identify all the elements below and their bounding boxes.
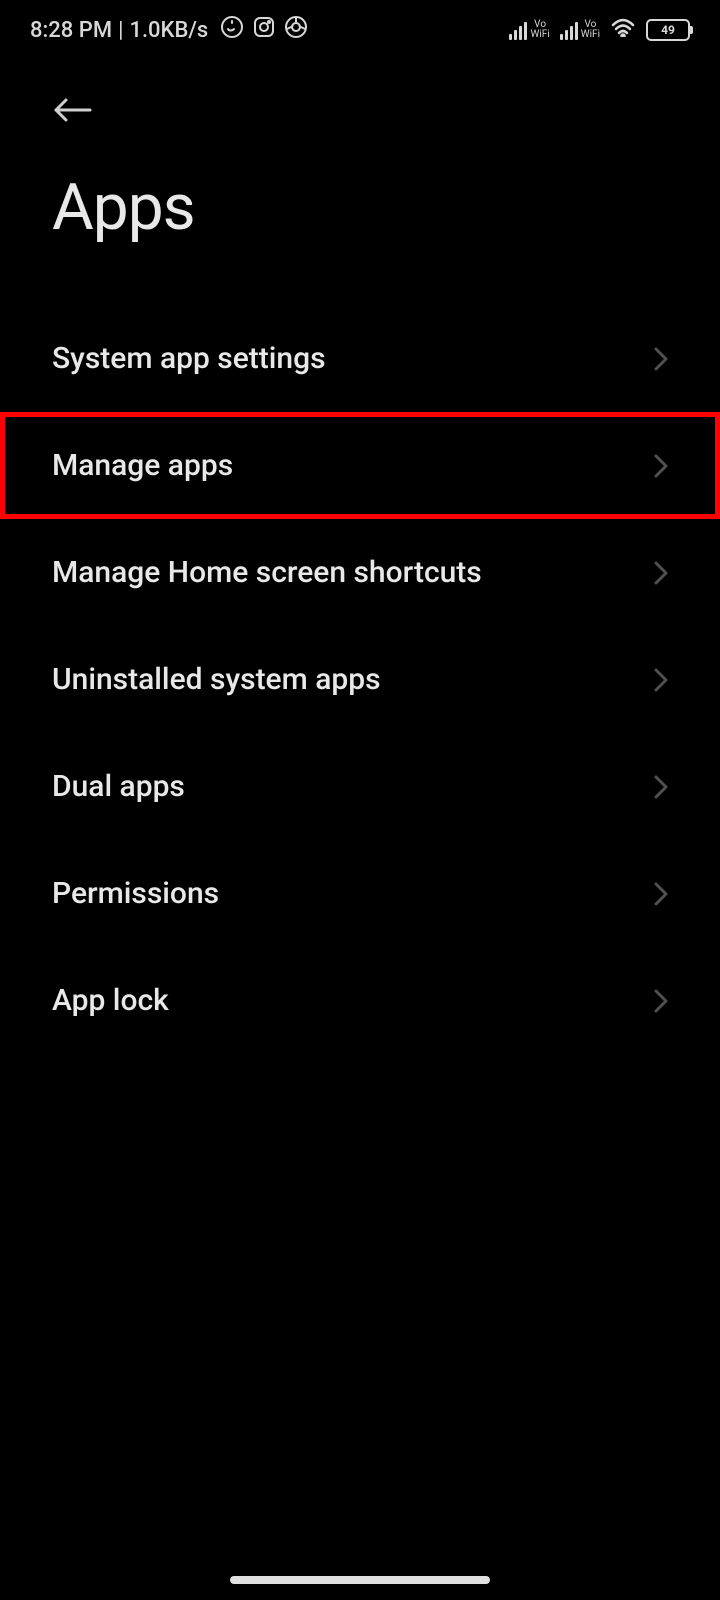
whatsapp-icon <box>220 15 244 45</box>
status-left: 8:28 PM | 1.0KB/s <box>30 15 308 45</box>
home-indicator[interactable] <box>230 1576 490 1584</box>
menu-item-label: System app settings <box>52 341 326 376</box>
chevron-right-icon <box>654 775 668 799</box>
menu-list: System app settings Manage apps Manage H… <box>0 305 720 1054</box>
menu-item-label: App lock <box>52 983 169 1018</box>
status-bar: 8:28 PM | 1.0KB/s <box>0 0 720 60</box>
battery-icon: 49 <box>646 19 690 41</box>
menu-item-uninstalled-system-apps[interactable]: Uninstalled system apps <box>0 626 720 733</box>
status-time: 8:28 PM <box>30 18 112 43</box>
page-header: Apps <box>0 60 720 245</box>
status-app-icons <box>220 15 308 45</box>
battery-level: 49 <box>661 23 675 37</box>
chevron-right-icon <box>654 561 668 585</box>
menu-item-manage-apps[interactable]: Manage apps <box>0 412 720 519</box>
signal-1: Vo WiFi <box>509 20 549 40</box>
signal-bars-icon <box>509 20 527 40</box>
status-right: Vo WiFi Vo WiFi 49 <box>509 17 690 43</box>
menu-item-label: Manage Home screen shortcuts <box>52 555 482 590</box>
menu-item-label: Permissions <box>52 876 219 911</box>
signal-2: Vo WiFi <box>560 20 600 40</box>
menu-item-label: Uninstalled system apps <box>52 662 381 697</box>
menu-item-label: Dual apps <box>52 769 185 804</box>
wifi-icon <box>610 17 636 43</box>
menu-item-dual-apps[interactable]: Dual apps <box>0 733 720 840</box>
chevron-right-icon <box>654 454 668 478</box>
back-arrow-icon <box>52 95 92 125</box>
menu-item-permissions[interactable]: Permissions <box>0 840 720 947</box>
chevron-right-icon <box>654 347 668 371</box>
menu-item-manage-home-screen-shortcuts[interactable]: Manage Home screen shortcuts <box>0 519 720 626</box>
vowifi-label-1: Vo WiFi <box>530 20 549 40</box>
chrome-icon <box>284 15 308 45</box>
menu-item-label: Manage apps <box>52 448 233 483</box>
vowifi-label-2: Vo WiFi <box>581 20 600 40</box>
chevron-right-icon <box>654 882 668 906</box>
signal-bars-icon <box>560 20 578 40</box>
chevron-right-icon <box>654 989 668 1013</box>
chevron-right-icon <box>654 668 668 692</box>
back-button[interactable] <box>52 90 92 130</box>
status-speed: 1.0KB/s <box>129 18 208 43</box>
menu-item-system-app-settings[interactable]: System app settings <box>0 305 720 412</box>
page-title: Apps <box>52 170 668 245</box>
instagram-icon <box>252 15 276 45</box>
menu-item-app-lock[interactable]: App lock <box>0 947 720 1054</box>
